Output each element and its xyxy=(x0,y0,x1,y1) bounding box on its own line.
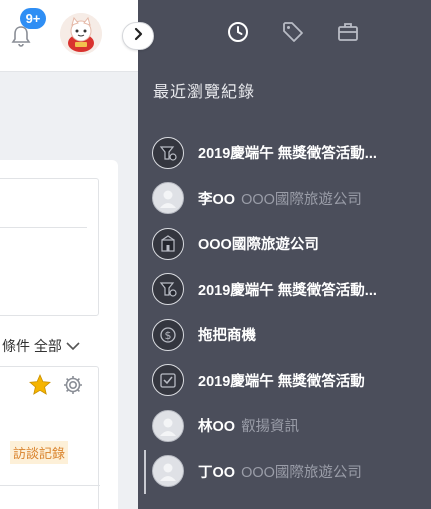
tab-tags[interactable] xyxy=(279,20,307,48)
visit-record-tag[interactable]: 訪談記錄 xyxy=(10,441,69,464)
history-item[interactable]: 2019慶端午 無獎徵答活動... xyxy=(138,130,431,176)
divider xyxy=(0,227,87,228)
drawer-tabs xyxy=(138,20,431,48)
history-item-name: 2019慶端午 無獎徵答活動... xyxy=(198,282,377,299)
history-item-name: OOO國際旅遊公司 xyxy=(198,237,319,254)
person-icon xyxy=(152,455,184,488)
history-item-company: OOO國際旅遊公司 xyxy=(241,191,362,208)
person-icon xyxy=(152,409,184,442)
hover-indicator xyxy=(144,449,146,494)
tab-business[interactable] xyxy=(334,20,362,48)
history-item[interactable]: 丁OO OOO國際旅遊公司 xyxy=(138,449,431,495)
expand-drawer-button[interactable] xyxy=(122,22,154,50)
section-title: 最近瀏覽紀錄 xyxy=(153,84,256,101)
campaign-icon xyxy=(152,136,184,169)
divider xyxy=(0,485,100,486)
main-card: 條件 全部 訪談記錄 xyxy=(0,160,118,509)
recent-history-drawer: 最近瀏覽紀錄 2019慶端午 無獎徵答活動... 李OO OOO國際旅遊公司 OO… xyxy=(138,0,431,509)
chevron-right-icon xyxy=(131,27,145,46)
filter-label: 條件 全部 xyxy=(2,338,62,354)
dollar-icon: $ xyxy=(152,318,184,351)
filter-dropdown[interactable]: 條件 全部 xyxy=(2,336,80,356)
history-item-company: OOO國際旅遊公司 xyxy=(241,464,362,481)
svg-text:$: $ xyxy=(165,329,172,342)
campaign-icon xyxy=(152,273,184,306)
tag-icon xyxy=(281,20,305,49)
briefcase-icon xyxy=(336,20,360,49)
history-item[interactable]: $ 拖把商機 xyxy=(138,312,431,358)
history-list: 2019慶端午 無獎徵答活動... 李OO OOO國際旅遊公司 OOO國際旅遊公司… xyxy=(138,130,431,494)
chevron-down-icon xyxy=(66,338,80,354)
history-item-name: 林OO xyxy=(198,419,236,436)
history-item-company: 叡揚資訊 xyxy=(241,419,300,436)
gear-icon[interactable] xyxy=(61,373,85,402)
history-item-name: 2019慶端午 無獎徵答活動 xyxy=(198,373,365,390)
history-item[interactable]: 林OO 叡揚資訊 xyxy=(138,403,431,449)
history-item[interactable]: 2019慶端午 無獎徵答活動... xyxy=(138,267,431,313)
company-icon xyxy=(152,227,184,260)
star-icon[interactable] xyxy=(28,373,52,402)
tab-recent[interactable] xyxy=(224,20,252,48)
list-item[interactable]: 訪談記錄 xyxy=(0,366,100,509)
history-item[interactable]: 李OO OOO國際旅遊公司 xyxy=(138,176,431,222)
history-item-name: 拖把商機 xyxy=(198,328,256,345)
history-item-name: 丁OO xyxy=(198,464,236,481)
notification-badge[interactable]: 9+ xyxy=(20,8,46,29)
person-icon xyxy=(152,182,184,215)
search-panel xyxy=(0,178,99,316)
checkbox-calendar-icon xyxy=(152,364,184,397)
clock-icon xyxy=(226,20,250,49)
top-bar: 9+ xyxy=(0,0,138,72)
history-item[interactable]: OOO國際旅遊公司 xyxy=(138,221,431,267)
avatar[interactable] xyxy=(60,13,102,55)
history-item-name: 2019慶端午 無獎徵答活動... xyxy=(198,146,377,163)
history-item[interactable]: 2019慶端午 無獎徵答活動 xyxy=(138,358,431,404)
history-item-name: 李OO xyxy=(198,191,236,208)
